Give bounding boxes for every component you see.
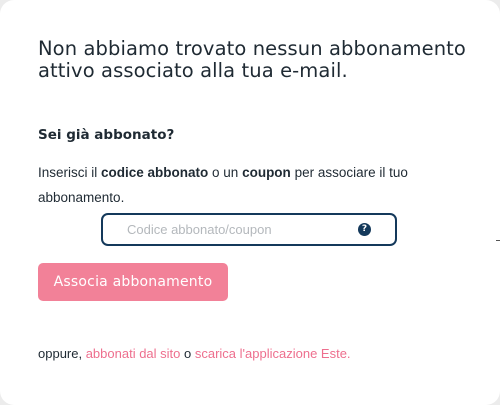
code-input-wrapper: ?	[101, 213, 397, 246]
question-circle-icon[interactable]: ?	[358, 223, 371, 236]
dialog-headline: Non abbiamo trovato nessun abbonamento a…	[38, 37, 466, 82]
download-app-link[interactable]: scarica l'applicazione Este.	[195, 346, 351, 361]
alternative-options-text: oppure, abbonati dal sito o scarica l'ap…	[38, 345, 351, 363]
footer-middle: o	[180, 346, 195, 361]
edge-divider	[496, 240, 500, 241]
instructions-bold-coupon: coupon	[242, 165, 291, 180]
subscribe-from-site-link[interactable]: abbonati dal sito	[86, 346, 181, 361]
instructions-prefix: Inserisci il	[38, 165, 102, 180]
instructions-bold-code: codice abbonato	[101, 165, 209, 180]
instructions-text: Inserisci il codice abbonato o un coupon…	[38, 160, 468, 210]
footer-prefix: oppure,	[38, 346, 86, 361]
instructions-middle: o un	[208, 165, 243, 180]
associate-subscription-button[interactable]: Associa abbonamento	[38, 263, 228, 301]
subscription-dialog: Non abbiamo trovato nessun abbonamento a…	[0, 0, 500, 405]
already-subscribed-heading: Sei già abbonato?	[38, 127, 175, 143]
subscriber-code-input[interactable]	[127, 215, 347, 244]
